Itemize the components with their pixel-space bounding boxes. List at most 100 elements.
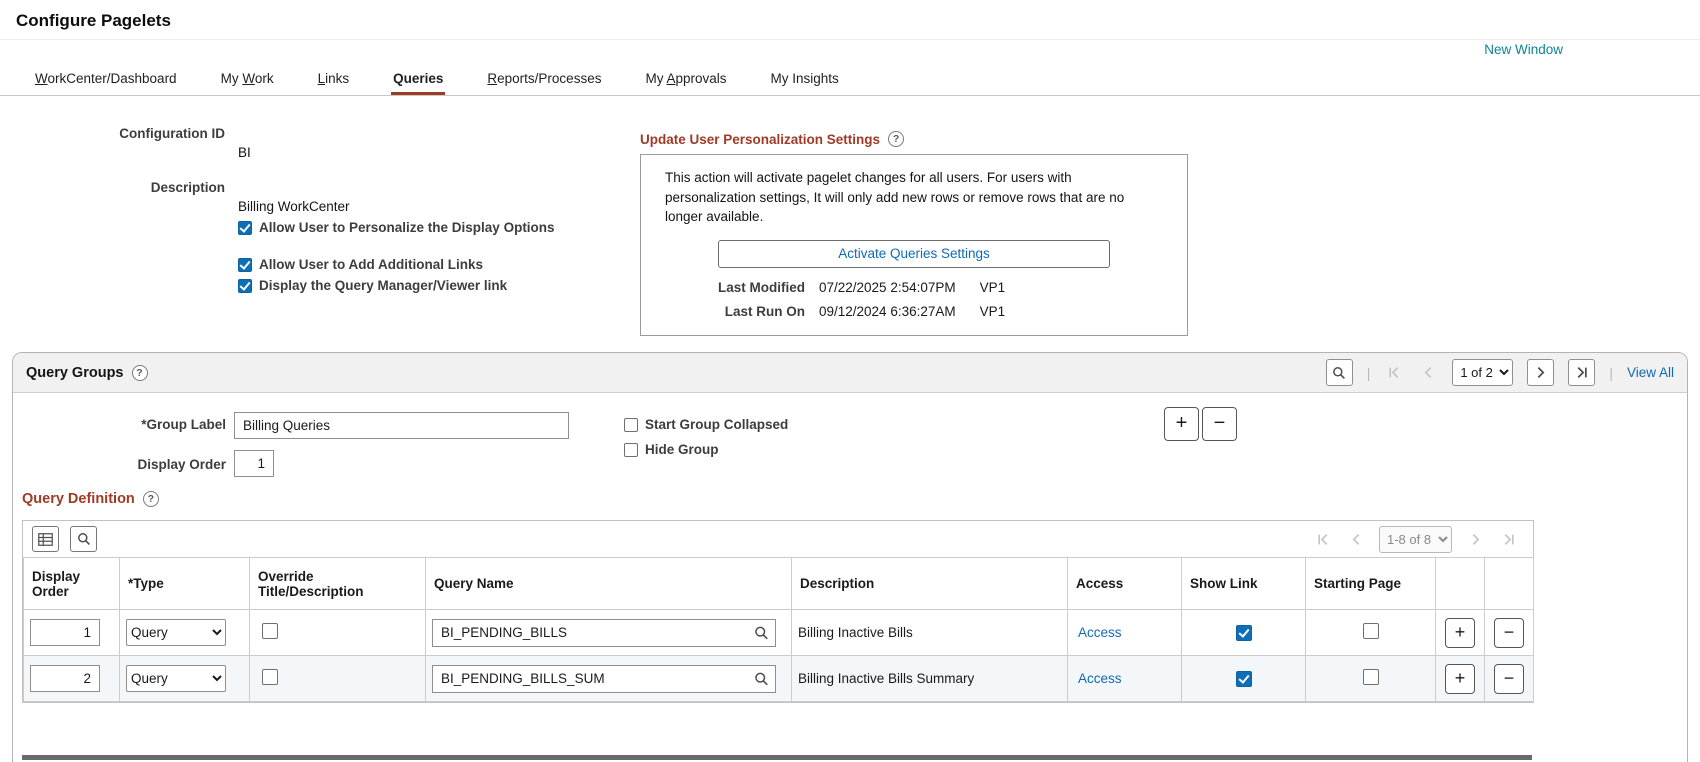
first-page-icon (1313, 526, 1333, 553)
display-order-input[interactable] (30, 665, 100, 692)
search-icon[interactable] (754, 625, 769, 640)
last-page-icon (1577, 367, 1588, 378)
grid-search-button[interactable] (70, 526, 97, 552)
next-page-icon (1538, 367, 1545, 378)
display-options: Allow User to Personalize the Display Op… (0, 220, 615, 293)
activate-queries-settings-button[interactable]: Activate Queries Settings (718, 239, 1110, 268)
delete-row-button[interactable]: − (1494, 617, 1524, 648)
option-checkbox[interactable] (238, 257, 252, 272)
override-checkbox[interactable] (262, 669, 278, 685)
group-label-input[interactable] (234, 412, 569, 439)
last-run-label: Last Run On (724, 303, 805, 319)
help-icon[interactable]: ? (888, 131, 905, 147)
last-modified-label: Last Modified (718, 279, 805, 295)
query-description: Billing Inactive Bills Summary (791, 655, 1068, 702)
table-row: Query Billing Inactive Bills Summary Acc… (23, 655, 1534, 702)
configuration-id-value: BI (238, 145, 251, 160)
query-name-input[interactable] (432, 618, 776, 647)
help-icon[interactable]: ? (131, 364, 148, 381)
last-run-user: VP1 (979, 303, 1006, 319)
option-label: Allow User to Add Additional Links (259, 257, 484, 272)
query-definition-heading: Query Definition (22, 491, 135, 507)
option-label: Allow User to Personalize the Display Op… (259, 220, 555, 235)
query-groups-body: *Group Label Start Group Collapsed Hide … (13, 393, 1687, 762)
override-checkbox[interactable] (262, 623, 278, 639)
add-row-button[interactable]: + (1445, 617, 1475, 648)
view-all-link[interactable]: View All (1627, 365, 1674, 380)
access-link[interactable]: Access (1078, 625, 1122, 640)
query-groups-pagination: | 1 of 2 | View All (1325, 359, 1674, 386)
add-group-button[interactable]: + (1164, 407, 1199, 441)
personalization-description: This action will activate pagelet change… (665, 170, 1125, 225)
last-run-value: 09/12/2024 6:36:27AM (819, 303, 956, 319)
grid-personalize-button[interactable] (32, 526, 59, 552)
last-run-row: Last Run On 09/12/2024 6:36:27AM VP1 (665, 304, 1163, 319)
personalization-heading: Update User Personalization Settings (640, 131, 881, 147)
show-link-checkbox[interactable] (1235, 624, 1252, 641)
query-name-input[interactable] (432, 664, 776, 693)
last-page-button[interactable] (1568, 359, 1596, 386)
display-option-row: Display the Query Manager/Viewer link (238, 278, 615, 293)
previous-page-icon (1346, 526, 1366, 553)
query-definition-grid: 1-8 of 8 Display Order *Type Override Ti… (22, 520, 1534, 703)
tab-queries[interactable]: Queries (391, 63, 446, 95)
column-header: *Type (119, 557, 250, 610)
grid-personalize-icon (38, 532, 53, 546)
starting-page-checkbox[interactable] (1362, 623, 1379, 639)
help-icon[interactable]: ? (142, 491, 159, 507)
tab-my-approvals[interactable]: My Approvals (643, 63, 728, 95)
tab-reports-processes[interactable]: Reports/Processes (485, 63, 603, 95)
display-order-label: Display Order (137, 457, 226, 472)
group-label-label: *Group Label (141, 417, 226, 432)
delete-group-button[interactable]: − (1202, 407, 1237, 441)
new-window-row: New Window (0, 40, 1700, 60)
start-group-collapsed-row: Start Group Collapsed (624, 417, 788, 432)
type-select[interactable]: Query (126, 665, 226, 692)
type-select[interactable]: Query (126, 619, 226, 646)
column-header-blank (1435, 557, 1485, 610)
show-link-checkbox[interactable] (1235, 670, 1252, 687)
start-group-collapsed-label: Start Group Collapsed (645, 417, 789, 432)
row-range-select[interactable]: 1-8 of 8 (1379, 525, 1452, 553)
search-button[interactable] (1325, 359, 1353, 386)
tab-workcenter-dashboard[interactable]: WorkCenter/Dashboard (33, 63, 179, 95)
search-icon[interactable] (754, 671, 769, 686)
tab-links[interactable]: Links (316, 63, 352, 95)
option-checkbox[interactable] (238, 278, 252, 293)
description-label: Description (150, 180, 225, 195)
hide-group-checkbox[interactable] (624, 442, 638, 457)
table-row: Query Billing Inactive Bills Access + − (23, 609, 1534, 656)
display-order-input[interactable] (30, 619, 100, 646)
grid-toolbar: 1-8 of 8 (23, 521, 1533, 557)
hide-group-label: Hide Group (645, 442, 719, 457)
display-option-row: Allow User to Personalize the Display Op… (238, 220, 615, 235)
next-page-icon (1465, 526, 1485, 553)
access-link[interactable]: Access (1078, 671, 1122, 686)
starting-page-checkbox[interactable] (1362, 669, 1379, 685)
query-definition-table: Display Order *Type Override Title/Descrip… (23, 557, 1534, 702)
column-header-blank (1484, 557, 1534, 610)
start-group-collapsed-checkbox[interactable] (624, 417, 638, 432)
personalization-box: This action will activate pagelet change… (640, 154, 1188, 336)
next-page-button[interactable] (1527, 359, 1555, 386)
option-label: Display the Query Manager/Viewer link (259, 278, 508, 293)
hide-group-row: Hide Group (624, 442, 719, 457)
option-checkbox[interactable] (238, 220, 252, 235)
column-header: Display Order (23, 557, 120, 610)
query-description: Billing Inactive Bills (791, 609, 1068, 656)
tab-my-work[interactable]: My Work (219, 63, 276, 95)
tab-my-insights[interactable]: My Insights (769, 63, 841, 95)
delete-row-button[interactable]: − (1494, 663, 1524, 694)
page-select[interactable]: 1 of 2 (1452, 359, 1514, 386)
description-value: Billing WorkCenter (238, 199, 350, 214)
personalization-panel: Update User Personalization Settings ? T… (640, 131, 1188, 336)
page-title: Configure Pagelets (0, 0, 1700, 40)
query-groups-header: Query Groups ? | 1 of 2 | View All (13, 353, 1687, 393)
display-order-input[interactable] (234, 450, 274, 477)
previous-page-icon (1418, 359, 1438, 386)
add-row-button[interactable]: + (1445, 663, 1475, 694)
last-modified-row: Last Modified 07/22/2025 2:54:07PM VP1 (665, 280, 1163, 295)
new-window-link[interactable]: New Window (1484, 42, 1563, 57)
tab-bar: WorkCenter/Dashboard My Work Links Queries R… (0, 60, 1700, 96)
column-header: Description (791, 557, 1068, 610)
